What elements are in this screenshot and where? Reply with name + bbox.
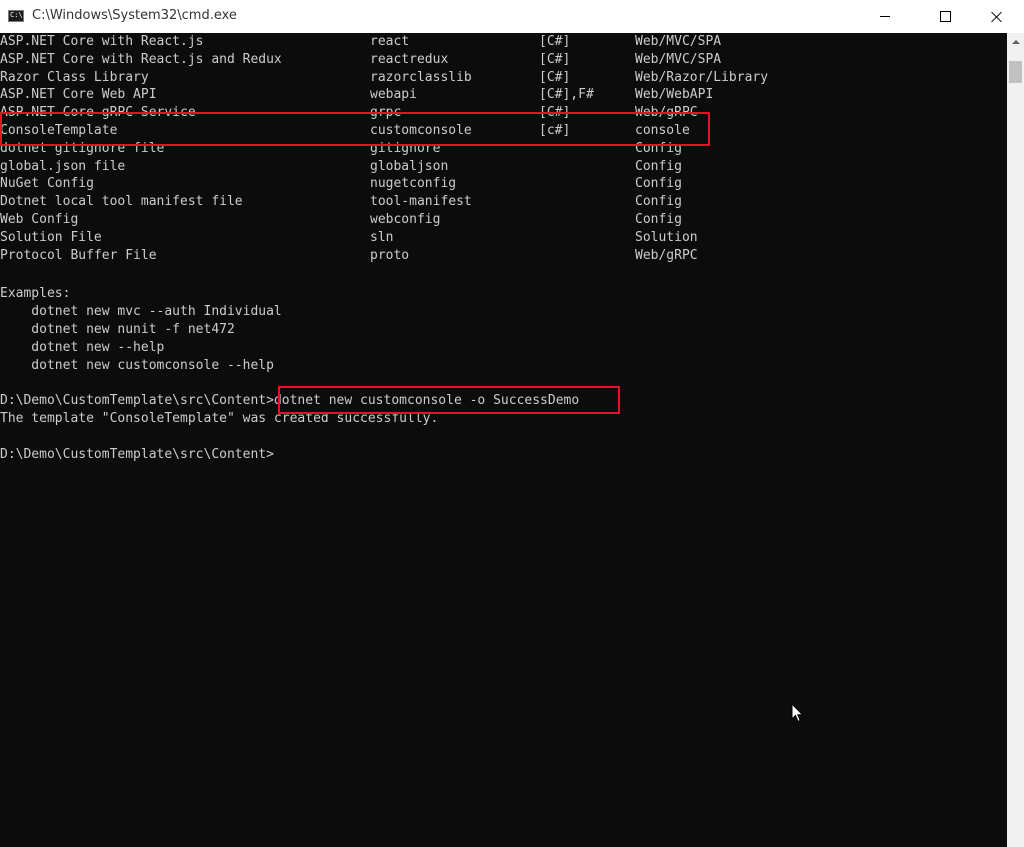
template-name: ASP.NET Core with React.js and Redux bbox=[0, 51, 282, 67]
scroll-thumb[interactable] bbox=[1009, 61, 1022, 83]
highlight-box-template-row bbox=[0, 112, 710, 146]
minimize-icon bbox=[880, 16, 890, 17]
close-icon bbox=[991, 11, 1003, 23]
template-name: NuGet Config bbox=[0, 176, 94, 192]
template-short-name: webapi bbox=[370, 87, 417, 103]
template-name: Dotnet local tool manifest file bbox=[0, 194, 243, 210]
template-short-name: reactredux bbox=[370, 51, 449, 67]
template-short-name: nugetconfig bbox=[370, 176, 457, 192]
template-short-name: globaljson bbox=[370, 158, 449, 174]
template-name: Protocol Buffer File bbox=[0, 247, 157, 263]
prompt: D:\Demo\CustomTemplate\src\Content> bbox=[0, 393, 274, 408]
template-tags: Web/WebAPI bbox=[635, 87, 714, 103]
template-name: Solution File bbox=[0, 229, 102, 245]
template-short-name: proto bbox=[370, 247, 410, 263]
maximize-button[interactable] bbox=[922, 0, 968, 33]
template-name: Web Config bbox=[0, 212, 79, 227]
window-title: C:\Windows\System32\cmd.exe bbox=[32, 8, 237, 23]
template-tags: Web/MVC/SPA bbox=[635, 34, 722, 49]
template-tags: Config bbox=[635, 212, 682, 227]
mouse-cursor-icon bbox=[791, 703, 804, 723]
scroll-up-arrow-icon[interactable] bbox=[1007, 33, 1024, 50]
template-tags: Solution bbox=[635, 229, 698, 245]
template-short-name: sln bbox=[370, 229, 394, 245]
cmd-icon: C:\ bbox=[8, 10, 24, 22]
template-tags: Config bbox=[635, 158, 682, 174]
title-bar[interactable]: C:\ C:\Windows\System32\cmd.exe bbox=[0, 0, 1024, 33]
template-tags: Web/Razor/Library bbox=[635, 69, 769, 85]
highlight-box-command bbox=[278, 386, 620, 414]
vertical-scrollbar[interactable] bbox=[1007, 33, 1024, 847]
template-language: [C#] bbox=[539, 51, 571, 67]
maximize-icon bbox=[939, 11, 951, 22]
template-tags: Web/gRPC bbox=[635, 247, 698, 263]
template-name: global.json file bbox=[0, 158, 126, 174]
template-language: [C#],F# bbox=[539, 87, 594, 103]
template-name: ASP.NET Core with React.js bbox=[0, 34, 204, 49]
template-name: ASP.NET Core Web API bbox=[0, 87, 157, 103]
template-tags: Config bbox=[635, 176, 682, 192]
template-name: Razor Class Library bbox=[0, 69, 149, 85]
template-short-name: webconfig bbox=[370, 212, 441, 227]
template-short-name: razorclasslib bbox=[370, 69, 472, 85]
close-button[interactable] bbox=[974, 0, 1020, 33]
template-tags: Config bbox=[635, 194, 682, 210]
minimize-button[interactable] bbox=[862, 0, 908, 33]
template-tags: Web/MVC/SPA bbox=[635, 51, 722, 67]
console-output[interactable]: ASP.NET Core with React.js react [C#] Web/M… bbox=[0, 33, 1007, 847]
template-language: [C#] bbox=[539, 34, 571, 49]
template-language: [C#] bbox=[539, 69, 571, 85]
template-short-name: react bbox=[370, 34, 410, 49]
template-short-name: tool-manifest bbox=[370, 194, 472, 210]
